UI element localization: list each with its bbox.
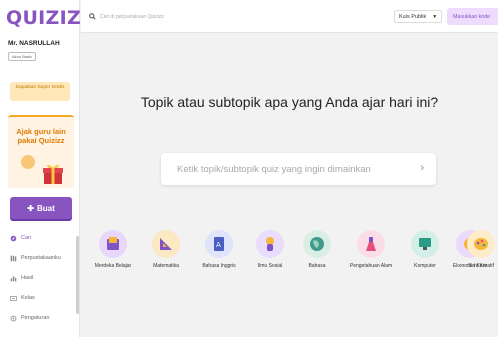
book-icon (99, 230, 127, 258)
chevron-down-icon: ▼ (432, 13, 438, 20)
get-super-button[interactable]: Dapatkan Super Gratis (10, 82, 70, 101)
sidebar-item-search[interactable]: Cari (0, 228, 80, 248)
sidebar-item-label: Kelas (21, 295, 35, 301)
computer-icon (411, 230, 439, 258)
sidebar-nav: Cari Perpustakaanku Hasil Kelas Pengatur… (0, 228, 80, 328)
sidebar-item-classes[interactable]: Kelas (0, 288, 80, 308)
invite-teachers-card[interactable]: Ajak guru lain pakai Quizizz (8, 115, 74, 188)
chart-icon (10, 275, 17, 281)
chevron-right-icon[interactable]: › (420, 162, 424, 174)
topic-search-box[interactable]: › (161, 153, 436, 185)
subject-list: Merdeka Belajar Matematika A Bahasa Ingg… (81, 230, 498, 278)
search-input[interactable] (100, 13, 350, 20)
sidebar-item-settings[interactable]: Pengaturan (0, 308, 80, 328)
promo-text: Ajak guru lain pakai Quizizz (16, 127, 66, 145)
subject-label: Bahasa Inggris (202, 263, 236, 269)
subject-label: Ilmu Sosial (257, 263, 283, 269)
enter-code-button[interactable]: Masukkan kode (447, 8, 498, 25)
gear-icon (10, 315, 17, 321)
create-label: Buat (36, 203, 55, 213)
filter-value: Kuis Publik (399, 13, 427, 20)
triangle-ruler-icon (152, 230, 180, 258)
globe-icon (303, 230, 331, 258)
class-icon (10, 295, 17, 301)
sidebar-scrollbar[interactable] (76, 236, 79, 314)
subject-merdeka-belajar[interactable]: Merdeka Belajar (83, 230, 143, 269)
sidebar-item-library[interactable]: Perpustakaanku (0, 248, 80, 268)
subject-label: Seni Kreatif (468, 263, 494, 269)
subject-label: Matematika (153, 263, 179, 269)
search-bar[interactable] (87, 7, 387, 26)
palette-icon (467, 230, 495, 258)
hand-icon (256, 230, 284, 258)
sparkle-icon: ✚ (27, 203, 34, 213)
sidebar-item-label: Pengaturan (21, 315, 50, 321)
sidebar-item-results[interactable]: Hasil (0, 268, 80, 288)
create-button[interactable]: ✚ Buat (10, 197, 72, 219)
top-bar: Kuis Publik ▼ Masukkan kode (81, 0, 498, 33)
promo-decoration (21, 155, 35, 169)
dictionary-icon: A (205, 230, 233, 258)
flask-icon (357, 230, 385, 258)
subject-label: Komputer (414, 263, 436, 269)
compass-icon (10, 235, 17, 241)
subject-label: Pengetahuan Alam (349, 263, 393, 269)
svg-text:A: A (216, 241, 221, 249)
subject-label: Bahasa (308, 263, 326, 269)
subject-pengetahuan-alam[interactable]: Pengetahuan Alam (341, 230, 401, 269)
sidebar-item-label: Cari (21, 235, 32, 241)
page-title: Topik atau subtopik apa yang Anda ajar h… (140, 94, 439, 110)
library-icon (10, 255, 17, 261)
library-filter-select[interactable]: Kuis Publik ▼ (394, 10, 443, 23)
subject-bahasa[interactable]: Bahasa (287, 230, 347, 269)
subject-matematika[interactable]: Matematika (136, 230, 196, 269)
gift-icon (43, 164, 63, 184)
user-name[interactable]: Mr. NASRULLAH (8, 40, 60, 47)
sidebar-item-label: Hasil (21, 275, 34, 281)
subject-label: Merdeka Belajar (94, 263, 132, 269)
topic-input[interactable] (177, 163, 397, 175)
subject-seni-kreatif-item[interactable]: Seni Kreatif (461, 230, 498, 269)
search-icon (89, 13, 96, 20)
sidebar: QUIZIZZ Mr. NASRULLAH Akun Basic Dapatka… (0, 0, 95, 337)
account-badge: Akun Basic (8, 52, 37, 61)
sidebar-item-label: Perpustakaanku (21, 255, 61, 261)
